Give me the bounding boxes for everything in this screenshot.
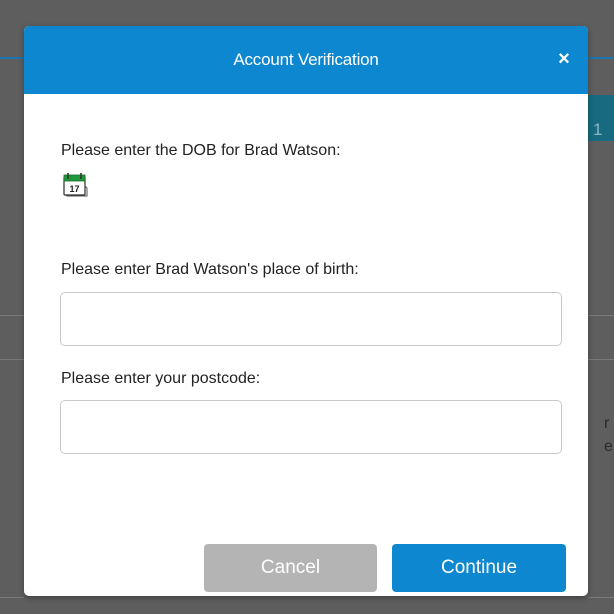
background-divider-right bbox=[588, 315, 614, 316]
close-button[interactable]: × bbox=[552, 47, 576, 71]
background-divider bbox=[0, 597, 24, 598]
background-tab: 1 bbox=[588, 95, 614, 141]
birthplace-input[interactable] bbox=[60, 292, 562, 346]
postcode-input[interactable] bbox=[60, 400, 562, 454]
calendar-icon[interactable]: 17 bbox=[62, 172, 88, 197]
background-divider bbox=[0, 359, 24, 360]
background-text: r bbox=[604, 415, 610, 432]
dob-label: Please enter the DOB for Brad Watson: bbox=[61, 142, 341, 159]
background-header-line bbox=[0, 57, 24, 59]
dialog-header: Account Verification × bbox=[24, 26, 588, 94]
background-divider bbox=[0, 315, 24, 316]
background-divider-right bbox=[588, 597, 614, 598]
cancel-button[interactable]: Cancel bbox=[204, 544, 377, 592]
postcode-label: Please enter your postcode: bbox=[61, 370, 261, 387]
dialog-title: Account Verification bbox=[233, 50, 379, 69]
background-header-line-right bbox=[588, 57, 614, 59]
background-divider-right bbox=[588, 359, 614, 360]
calendar-day: 17 bbox=[69, 184, 79, 194]
account-verification-dialog: Account Verification × Please enter the … bbox=[24, 26, 588, 596]
continue-button[interactable]: Continue bbox=[392, 544, 566, 592]
background-text: e bbox=[604, 438, 613, 455]
birthplace-label: Please enter Brad Watson's place of birt… bbox=[61, 261, 359, 278]
background-tab-text: 1 bbox=[593, 120, 603, 139]
